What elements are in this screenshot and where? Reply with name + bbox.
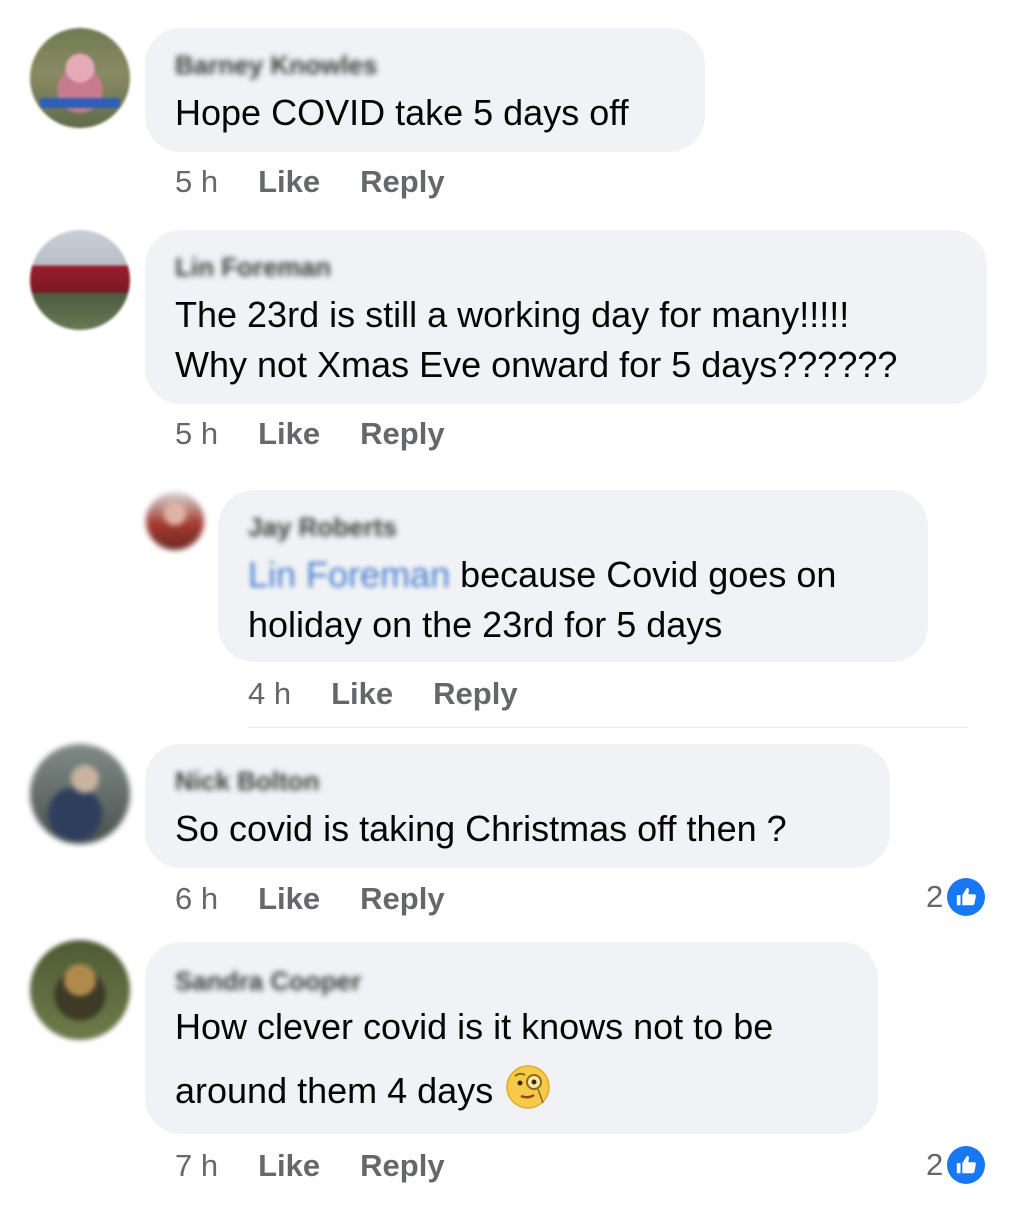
comment-bubble: Barney Knowles Hope COVID take 5 days of… — [145, 28, 705, 152]
avatar[interactable] — [30, 28, 130, 128]
like-button[interactable]: Like — [258, 416, 320, 451]
comment-time[interactable]: 7 h — [175, 1148, 218, 1183]
like-button[interactable]: Like — [331, 676, 393, 711]
comment-text-part: around them 4 days — [175, 1070, 494, 1112]
comment-actions: 6 h Like Reply — [175, 881, 485, 917]
thumbs-up-icon — [947, 878, 986, 916]
like-button[interactable]: Like — [258, 881, 320, 916]
avatar[interactable] — [30, 230, 130, 330]
comment-author[interactable]: Sandra Cooper — [175, 966, 361, 997]
reply-button[interactable]: Reply — [433, 676, 517, 711]
comment-text: around them 4 days — [175, 1064, 551, 1123]
like-button[interactable]: Like — [258, 164, 320, 199]
comment-bubble: Sandra Cooper How clever covid is it kno… — [145, 942, 878, 1134]
comment-actions: 4 h Like Reply — [248, 676, 558, 712]
comment-author[interactable]: Barney Knowles — [175, 50, 377, 81]
comment-actions: 7 h Like Reply — [175, 1148, 485, 1184]
reaction-count-number: 2 — [926, 879, 944, 914]
comment-bubble: Nick Bolton So covid is taking Christmas… — [145, 744, 890, 868]
like-button[interactable]: Like — [258, 1148, 320, 1183]
divider — [248, 727, 968, 728]
comment-actions: 5 h Like Reply — [175, 416, 485, 452]
reply-button[interactable]: Reply — [360, 416, 444, 451]
comment-author[interactable]: Nick Bolton — [175, 766, 319, 797]
comment-author[interactable]: Jay Roberts — [248, 512, 397, 543]
reply-button[interactable]: Reply — [360, 164, 444, 199]
comment-author[interactable]: Lin Foreman — [175, 252, 331, 283]
reply-button[interactable]: Reply — [360, 1148, 444, 1183]
thumbs-up-icon — [947, 1146, 986, 1184]
comment-time[interactable]: 5 h — [175, 164, 218, 199]
comment-text: Why not Xmas Eve onward for 5 days?????? — [175, 344, 898, 385]
comment-text: Hope COVID take 5 days off — [175, 92, 629, 133]
face-with-monocle-icon — [505, 1064, 551, 1123]
comment-bubble: Jay Roberts Lin Foreman because Covid go… — [218, 490, 928, 662]
reaction-count[interactable]: 2 — [926, 878, 986, 916]
avatar[interactable] — [30, 940, 130, 1040]
comment-actions: 5 h Like Reply — [175, 164, 485, 200]
avatar[interactable] — [146, 492, 204, 550]
comment-text: The 23rd is still a working day for many… — [175, 294, 850, 335]
comment-text-part: because Covid goes on — [460, 554, 837, 595]
avatar[interactable] — [30, 744, 130, 844]
comment-bubble: Lin Foreman The 23rd is still a working … — [145, 230, 987, 404]
mention-link[interactable]: Lin Foreman — [248, 554, 450, 595]
comment-time[interactable]: 6 h — [175, 881, 218, 916]
comment-time[interactable]: 4 h — [248, 676, 291, 711]
comment-time[interactable]: 5 h — [175, 416, 218, 451]
comment-text: So covid is taking Christmas off then ? — [175, 808, 787, 849]
comment-text: holiday on the 23rd for 5 days — [248, 604, 723, 645]
reaction-count[interactable]: 2 — [926, 1146, 986, 1184]
comment-text: How clever covid is it knows not to be — [175, 1006, 774, 1047]
reaction-count-number: 2 — [926, 1147, 944, 1182]
comment-text: Lin Foreman because Covid goes on — [248, 550, 836, 600]
reply-button[interactable]: Reply — [360, 881, 444, 916]
